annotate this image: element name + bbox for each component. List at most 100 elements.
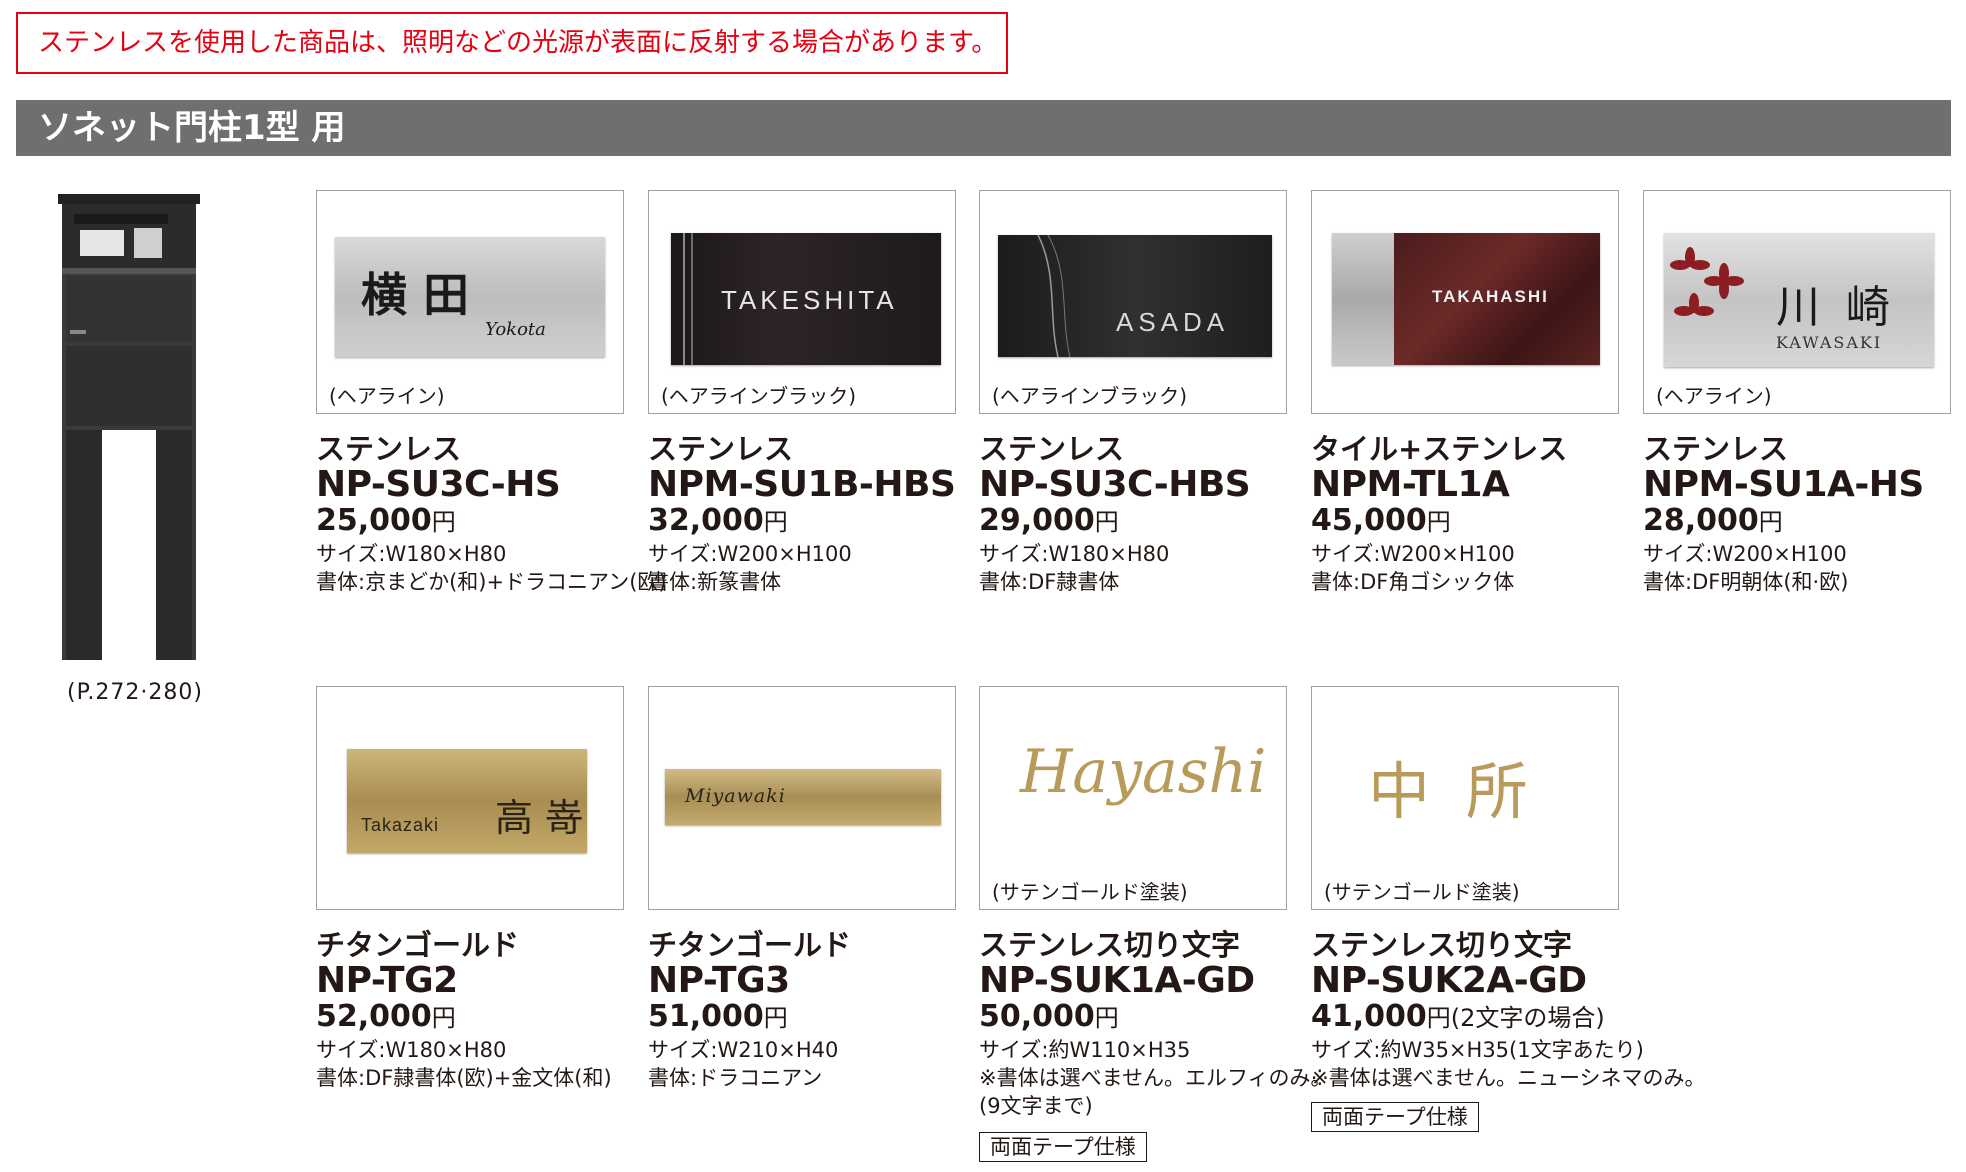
price: 41,000円(2文字の場合) bbox=[1311, 998, 1605, 1034]
product-image-frame: 横 田 Yokota (ヘアライン) bbox=[316, 190, 624, 414]
nameplate-image: 川 崎 KAWASAKI bbox=[1664, 233, 1934, 367]
yen-unit: 円 bbox=[1094, 508, 1119, 536]
price: 51,000円 bbox=[648, 998, 788, 1034]
material: ステンレス bbox=[1643, 432, 1789, 466]
product-code: NP-TG2 bbox=[316, 960, 458, 1001]
font-spec: 書体:DF明朝体(和·欧) bbox=[1643, 570, 1849, 594]
font-spec: 書体:ドラコニアン bbox=[648, 1066, 823, 1090]
tape-badge: 両面テープ仕様 bbox=[1311, 1102, 1479, 1132]
size-spec: サイズ:W180×H80 bbox=[316, 542, 507, 566]
post-illustration bbox=[50, 190, 220, 690]
yen-unit: 円 bbox=[431, 508, 456, 536]
product-code: NP-SU3C-HS bbox=[316, 464, 561, 505]
product-image-frame: Takazaki 高 嵜 bbox=[316, 686, 624, 910]
material: チタンゴールド bbox=[648, 928, 852, 962]
price-value: 29,000 bbox=[979, 503, 1095, 538]
product-code: NP-TG3 bbox=[648, 960, 790, 1001]
nameplate-image: Miyawaki bbox=[665, 769, 941, 825]
cutout-letters: 中 所 bbox=[1368, 755, 1536, 828]
yen-unit: 円 bbox=[431, 1004, 456, 1032]
font-spec: 書体:京まどか(和)+ドラコニアン(欧) bbox=[316, 570, 667, 594]
finish-caption: (ヘアラインブラック) bbox=[992, 384, 1188, 408]
material: ステンレス bbox=[316, 432, 462, 466]
price: 25,000円 bbox=[316, 502, 456, 538]
price-value: 41,000 bbox=[1311, 999, 1427, 1034]
price: 52,000円 bbox=[316, 998, 456, 1034]
flower-motif-icon bbox=[1670, 247, 1744, 316]
font-spec: 書体:DF角ゴシック体 bbox=[1311, 570, 1515, 594]
product-image-frame: 川 崎 KAWASAKI (ヘアライン) bbox=[1643, 190, 1951, 414]
finish-caption: (ヘアラインブラック) bbox=[661, 384, 857, 408]
nameplate-image: TAKAHASHI bbox=[1332, 233, 1600, 365]
font-spec: ※書体は選べません。エルフィのみ。 bbox=[979, 1066, 1332, 1090]
size-spec: サイズ:W180×H80 bbox=[979, 542, 1170, 566]
price-value: 28,000 bbox=[1643, 503, 1759, 538]
font-spec-note: (9文字まで) bbox=[979, 1094, 1093, 1118]
material: タイル+ステンレス bbox=[1311, 432, 1568, 466]
product-image-frame: Miyawaki bbox=[648, 686, 956, 910]
plate-romaji: KAWASAKI bbox=[1776, 333, 1883, 352]
plate-kanji: 高 嵜 bbox=[495, 796, 584, 840]
price-value: 52,000 bbox=[316, 999, 432, 1034]
product-image-frame: ASADA (ヘアラインブラック) bbox=[979, 190, 1287, 414]
size-spec: サイズ:W200×H100 bbox=[648, 542, 852, 566]
plate-romaji: Yokota bbox=[485, 319, 546, 340]
product-code: NP-SUK2A-GD bbox=[1311, 960, 1587, 1001]
material: ステンレス切り文字 bbox=[1311, 928, 1573, 962]
price: 32,000円 bbox=[648, 502, 788, 538]
size-spec: サイズ:W200×H100 bbox=[1643, 542, 1847, 566]
price: 45,000円 bbox=[1311, 502, 1451, 538]
section-title: ソネット門柱1型 用 bbox=[16, 100, 1951, 156]
product-code: NP-SUK1A-GD bbox=[979, 960, 1255, 1001]
nameplate-image: TAKESHITA bbox=[671, 233, 941, 365]
product-code: NPM-SU1B-HBS bbox=[648, 464, 956, 505]
size-spec: サイズ:W210×H40 bbox=[648, 1038, 839, 1062]
font-spec: 書体:DF隷書体 bbox=[979, 570, 1120, 594]
size-spec: サイズ:約W35×H35(1文字あたり) bbox=[1311, 1038, 1644, 1062]
yen-unit: 円 bbox=[1094, 1004, 1119, 1032]
nameplate-image: 横 田 Yokota bbox=[335, 237, 605, 357]
plate-name: ASADA bbox=[1116, 307, 1230, 337]
product-image-frame: TAKESHITA (ヘアラインブラック) bbox=[648, 190, 956, 414]
price-value: 51,000 bbox=[648, 999, 764, 1034]
price-value: 50,000 bbox=[979, 999, 1095, 1034]
material: ステンレス切り文字 bbox=[979, 928, 1241, 962]
yen-unit: 円 bbox=[763, 508, 788, 536]
font-spec: ※書体は選べません。ニューシネマのみ。 bbox=[1311, 1066, 1706, 1090]
product-image-frame: Hayashi (サテンゴールド塗装) bbox=[979, 686, 1287, 910]
tape-badge: 両面テープ仕様 bbox=[979, 1132, 1147, 1162]
finish-caption: (ヘアライン) bbox=[329, 384, 445, 408]
material: チタンゴールド bbox=[316, 928, 520, 962]
size-spec: サイズ:W180×H80 bbox=[316, 1038, 507, 1062]
material: ステンレス bbox=[648, 432, 794, 466]
product-code: NPM-TL1A bbox=[1311, 464, 1510, 505]
price-note: (2文字の場合) bbox=[1450, 1004, 1605, 1032]
size-spec: サイズ:約W110×H35 bbox=[979, 1038, 1191, 1062]
material: ステンレス bbox=[979, 432, 1125, 466]
plate-kanji: 横 田 bbox=[361, 268, 470, 322]
yen-unit: 円 bbox=[1426, 1004, 1451, 1032]
yen-unit: 円 bbox=[763, 1004, 788, 1032]
plate-romaji: Takazaki bbox=[361, 815, 440, 835]
price-value: 32,000 bbox=[648, 503, 764, 538]
finish-caption: (サテンゴールド塗装) bbox=[992, 880, 1188, 904]
font-spec: 書体:新篆書体 bbox=[648, 570, 782, 594]
nameplate-image: Takazaki 高 嵜 bbox=[347, 749, 587, 853]
nameplate-image: ASADA bbox=[998, 235, 1272, 357]
plate-name: TAKESHITA bbox=[721, 285, 898, 315]
plate-kanji: 川 崎 bbox=[1776, 282, 1896, 333]
size-spec: サイズ:W200×H100 bbox=[1311, 542, 1515, 566]
finish-caption: (ヘアライン) bbox=[1656, 384, 1772, 408]
product-code: NP-SU3C-HBS bbox=[979, 464, 1251, 505]
price: 50,000円 bbox=[979, 998, 1119, 1034]
reflection-notice: ステンレスを使用した商品は、照明などの光源が表面に反射する場合があります。 bbox=[16, 12, 1008, 74]
plate-name: TAKAHASHI bbox=[1432, 287, 1549, 306]
plate-romaji: Miyawaki bbox=[685, 785, 786, 807]
yen-unit: 円 bbox=[1758, 508, 1783, 536]
font-spec: 書体:DF隷書体(欧)+金文体(和) bbox=[316, 1066, 612, 1090]
post-page-reference: (P.272·280) bbox=[67, 680, 203, 705]
cutout-letters: Hayashi bbox=[1020, 737, 1267, 807]
product-image-frame: TAKAHASHI bbox=[1311, 190, 1619, 414]
finish-caption: (サテンゴールド塗装) bbox=[1324, 880, 1520, 904]
product-code: NPM-SU1A-HS bbox=[1643, 464, 1924, 505]
